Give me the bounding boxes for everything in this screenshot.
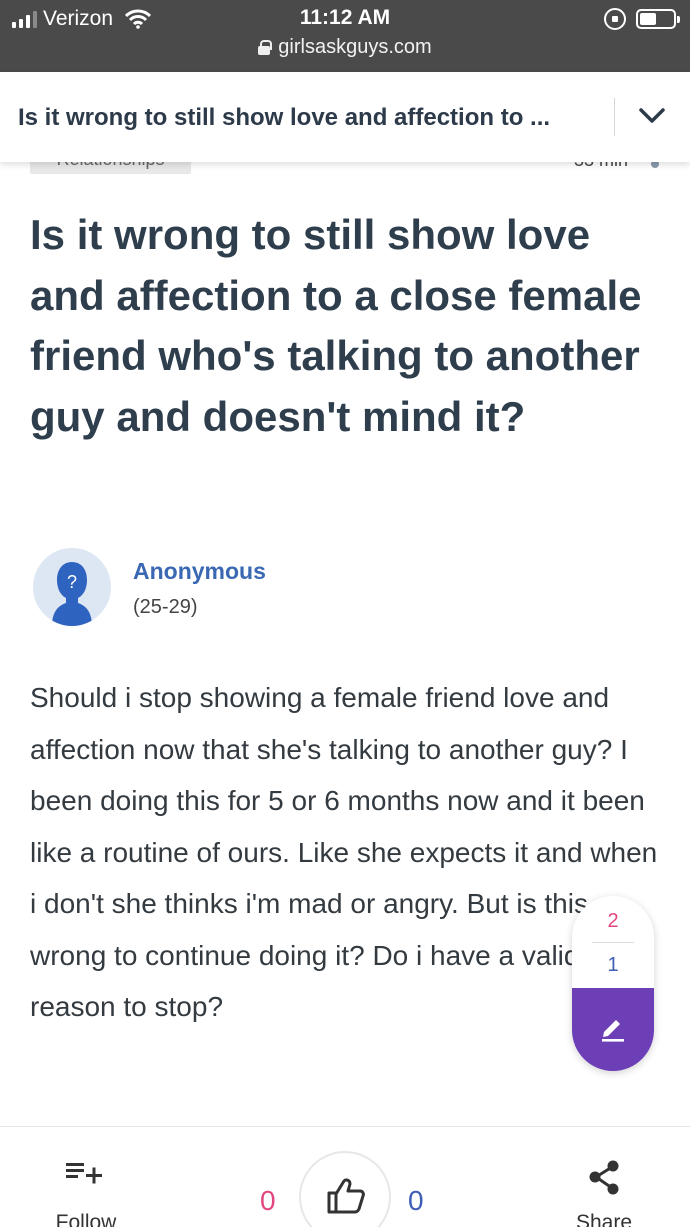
- anonymous-user-icon: ?: [52, 562, 92, 626]
- girls-opinion-count[interactable]: 2: [572, 910, 654, 933]
- bottom-action-bar: Follow 0 0 Share: [0, 1126, 690, 1227]
- downvote-count[interactable]: 0: [260, 1185, 276, 1217]
- share-label: Share: [575, 1211, 633, 1227]
- url-text: girlsaskguys.com: [278, 36, 432, 58]
- pencil-icon: [602, 1020, 624, 1042]
- sticky-title[interactable]: Is it wrong to still show love and affec…: [18, 104, 598, 132]
- avatar[interactable]: ?: [33, 548, 111, 626]
- battery-icon: [636, 9, 680, 29]
- follow-button[interactable]: Follow: [50, 1157, 122, 1227]
- question-title: Is it wrong to still show love and affec…: [30, 211, 642, 440]
- clock: 11:12 AM: [299, 6, 391, 29]
- address-bar[interactable]: girlsaskguys.com: [0, 36, 690, 59]
- author-name[interactable]: Anonymous: [133, 558, 266, 585]
- author-age: (25-29): [133, 596, 198, 618]
- padlock-icon: [258, 40, 273, 55]
- chevron-down-icon[interactable]: [639, 106, 665, 126]
- question-body: Should i stop showing a female friend lo…: [30, 682, 658, 1022]
- svg-text:?: ?: [67, 572, 77, 592]
- ios-status-bar: Verizon 11:12 AM girlsaskguys.com: [0, 0, 690, 72]
- write-answer-button[interactable]: [572, 988, 654, 1071]
- sticky-title-bar: Is it wrong to still show love and affec…: [0, 72, 690, 162]
- divider: [614, 98, 615, 136]
- thumbs-up-icon: [327, 1178, 365, 1214]
- guys-opinion-count[interactable]: 1: [572, 954, 654, 977]
- floating-answer-widget[interactable]: 2 1: [572, 896, 654, 1071]
- share-icon: [589, 1160, 619, 1195]
- like-button[interactable]: [299, 1151, 391, 1227]
- upvote-count[interactable]: 0: [408, 1185, 424, 1217]
- share-button[interactable]: Share: [570, 1155, 638, 1227]
- follow-label: Follow: [55, 1211, 117, 1227]
- divider: [592, 942, 634, 943]
- vote-controls: 0 0: [248, 1145, 448, 1227]
- follow-list-icon: [66, 1163, 102, 1184]
- orientation-lock-icon: [604, 8, 626, 30]
